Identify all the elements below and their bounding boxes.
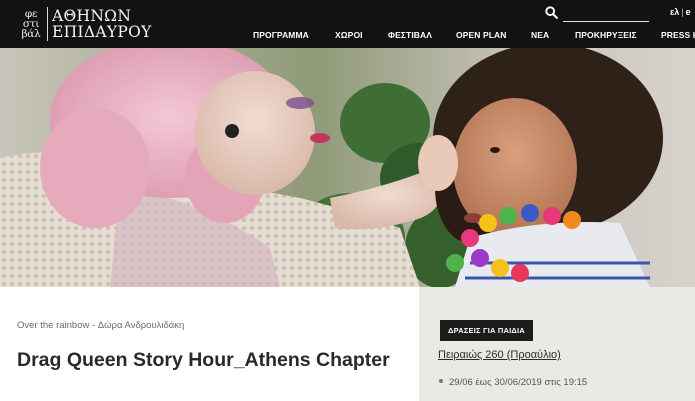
logo-big-line-2: ΕΠΙΔΑΥΡΟΥ (52, 23, 152, 41)
nav-item-festival[interactable]: ΦΕΣΤΙΒΑΛ (388, 30, 432, 40)
search-input[interactable] (563, 4, 649, 22)
language-switcher: ελ | e (670, 7, 691, 17)
festival-logo[interactable]: φε στι βάλ ΑΘΗΝΩΝ ΕΠΙΔΑΥΡΟΥ (18, 4, 152, 44)
event-date-text: 29/06 έως 30/06/2019 στις 19:15 (449, 377, 588, 388)
logo-big-text: ΑΘΗΝΩΝ ΕΠΙΔΑΥΡΟΥ (52, 8, 152, 40)
event-title: Drag Queen Story Hour_Athens Chapter (17, 349, 390, 371)
nav-item-program[interactable]: ΠΡΟΓΡΑΜΜΑ (253, 30, 309, 40)
logo-big-line-1: ΑΘΗΝΩΝ (52, 7, 132, 25)
event-sidebar: ΔΡΑΣΕΙΣ ΓΙΑ ΠΑΙΔΙΑ Πειραιώς 260 (Προαύλι… (419, 287, 695, 401)
lang-english[interactable]: e (686, 7, 691, 17)
nav-item-press[interactable]: PRESS K (661, 30, 695, 40)
nav-item-venues[interactable]: ΧΩΡΟΙ (335, 30, 363, 40)
logo-small-text: φε στι βάλ (18, 9, 44, 40)
nav-item-announcements[interactable]: ΠΡΟΚΗΡΥΞΕΙΣ (575, 30, 637, 40)
lang-greek[interactable]: ελ (670, 7, 679, 17)
site-header: φε στι βάλ ΑΘΗΝΩΝ ΕΠΙΔΑΥΡΟΥ ελ | e ΠΡΟΓΡΑΜ… (0, 0, 695, 48)
event-breadcrumb[interactable]: Over the rainbow - Δώρα Ανδρουλιδάκη (17, 320, 184, 331)
nav-item-open-plan[interactable]: OPEN PLAN (456, 30, 507, 40)
category-button[interactable]: ΔΡΑΣΕΙΣ ΓΙΑ ΠΑΙΔΙΑ (440, 320, 533, 341)
nav-item-news[interactable]: ΝΕΑ (531, 30, 549, 40)
hero-image (0, 48, 695, 287)
event-main: Over the rainbow - Δώρα Ανδρουλιδάκη Dra… (0, 287, 419, 401)
bullet-icon (439, 379, 443, 384)
logo-small-line-3: βάλ (21, 28, 41, 40)
search-icon[interactable] (545, 6, 558, 19)
lang-separator: | (681, 7, 684, 17)
hero-photo (0, 48, 695, 287)
venue-link[interactable]: Πειραιώς 260 (Προαύλιο) (438, 349, 561, 361)
logo-divider (47, 7, 48, 41)
event-date: 29/06 έως 30/06/2019 στις 19:15 (439, 377, 587, 388)
